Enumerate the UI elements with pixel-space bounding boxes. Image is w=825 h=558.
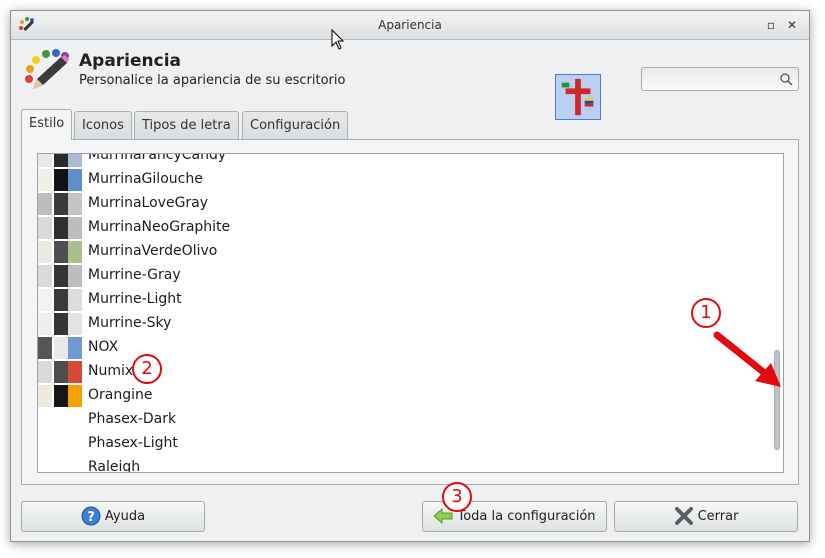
page-title: Apariencia [79,51,182,71]
help-icon: ? [81,506,101,525]
theme-color-swatch [68,217,82,239]
close-button[interactable]: Cerrar [614,501,798,532]
theme-list-item[interactable]: Murrine-Light [38,288,783,312]
theme-color-swatch [38,193,52,215]
help-button-label: Ayuda [104,509,146,524]
appearance-icon [25,49,69,89]
theme-name: MurrinaVerdeOlivo [88,243,218,259]
tab-configuracion[interactable]: Configuración [242,111,349,140]
theme-color-swatch [54,337,68,359]
annotation-marker-3: 3 [442,482,472,512]
close-x-icon [674,506,693,525]
theme-name: MurrinaGilouche [88,171,203,187]
theme-color-swatch [68,154,82,167]
theme-list-item[interactable]: Phasex-Dark [38,408,783,432]
theme-name: NOX [88,339,119,355]
theme-list[interactable]: MurrinaFancyCandy MurrinaGilouche MurrinaL… [37,153,784,473]
theme-color-swatch [38,265,52,287]
theme-list-item[interactable]: Orangine [38,384,783,408]
theme-color-swatch [54,385,68,407]
theme-list-item[interactable]: MurrinaLoveGray [38,192,783,216]
appearance-window: Apariencia ▫ ✕ Apariencia Personalice la… [10,10,810,542]
theme-color-swatch [68,361,82,383]
theme-list-item[interactable]: Murrine-Sky [38,312,783,336]
theme-color-swatch [54,154,68,167]
theme-name: Raleigh [88,459,141,473]
theme-color-swatch [54,193,68,215]
theme-color-swatch [54,313,68,335]
search-input[interactable] [641,67,799,91]
theme-color-swatch [38,289,52,311]
theme-name: Murrine-Light [88,291,182,307]
mouse-cursor-icon [331,29,345,50]
theme-color-swatch [54,361,68,383]
theme-list-item[interactable]: Phasex-Light [38,432,783,456]
theme-name: MurrinaNeoGraphite [88,219,231,235]
maximize-icon[interactable]: ▫ [763,17,779,33]
theme-name: Numix [88,363,134,379]
theme-color-swatch [38,385,52,407]
theme-name: Phasex-Light [88,435,178,451]
help-button[interactable]: ? Ayuda [21,501,205,532]
theme-list-item[interactable]: MurrinaNeoGraphite [38,216,783,240]
theme-color-swatch [54,217,68,239]
theme-list-item[interactable]: MurrinaVerdeOlivo [38,240,783,264]
tab-label: Iconos [82,118,124,133]
tab-estilo[interactable]: Estilo [21,109,73,140]
window-title: Apariencia [378,18,442,32]
theme-color-swatch [54,169,68,191]
tab-tipos-de-letra[interactable]: Tipos de letra [134,111,239,140]
all-settings-button-label: Toda la configuración [457,509,596,524]
theme-color-swatch [38,313,52,335]
theme-name: MurrinaLoveGray [88,195,209,211]
theme-color-swatch [38,337,52,359]
theme-list-item[interactable]: Raleigh [38,456,783,473]
title-bar[interactable]: Apariencia ▫ ✕ [11,11,809,40]
theme-color-swatch [68,313,82,335]
tab-label: Tipos de letra [142,118,231,133]
theme-color-swatch [68,337,82,359]
theme-color-swatch [38,361,52,383]
theme-color-swatch [68,169,82,191]
theme-color-swatch [38,241,52,263]
annotation-marker-1: 1 [691,298,721,328]
search-icon[interactable] [779,72,793,86]
theme-color-swatch [68,289,82,311]
theme-name: Orangine [88,387,153,403]
theme-color-swatch [68,385,82,407]
tab-label: Estilo [29,116,65,131]
theme-color-swatch [68,265,82,287]
theme-list-item[interactable]: Murrine-Gray [38,264,783,288]
theme-color-swatch [68,193,82,215]
theme-color-swatch [68,241,82,263]
tab-iconos[interactable]: Iconos [74,111,132,140]
theme-color-swatch [54,289,68,311]
close-icon[interactable]: ✕ [784,17,800,33]
vertical-scrollbar[interactable] [771,154,783,472]
tab-label: Configuración [250,118,341,133]
theme-color-swatch [38,169,52,191]
theme-color-swatch [54,241,68,263]
close-button-label: Cerrar [697,509,739,524]
annotation-marker-2: 2 [132,354,162,384]
annotation-arrow [713,331,781,387]
theme-name: Murrine-Gray [88,267,181,283]
flag-image [555,74,601,120]
page-subtitle: Personalice la apariencia de su escritor… [79,73,346,88]
svg-text:?: ? [87,510,95,525]
theme-list-item[interactable]: MurrinaFancyCandy [38,153,783,168]
theme-color-swatch [38,217,52,239]
theme-name: MurrinaFancyCandy [88,153,227,163]
theme-name: Murrine-Sky [88,315,172,331]
theme-list-item[interactable]: MurrinaGilouche [38,168,783,192]
theme-color-swatch [38,154,52,167]
theme-color-swatch [54,265,68,287]
theme-name: Phasex-Dark [88,411,177,427]
